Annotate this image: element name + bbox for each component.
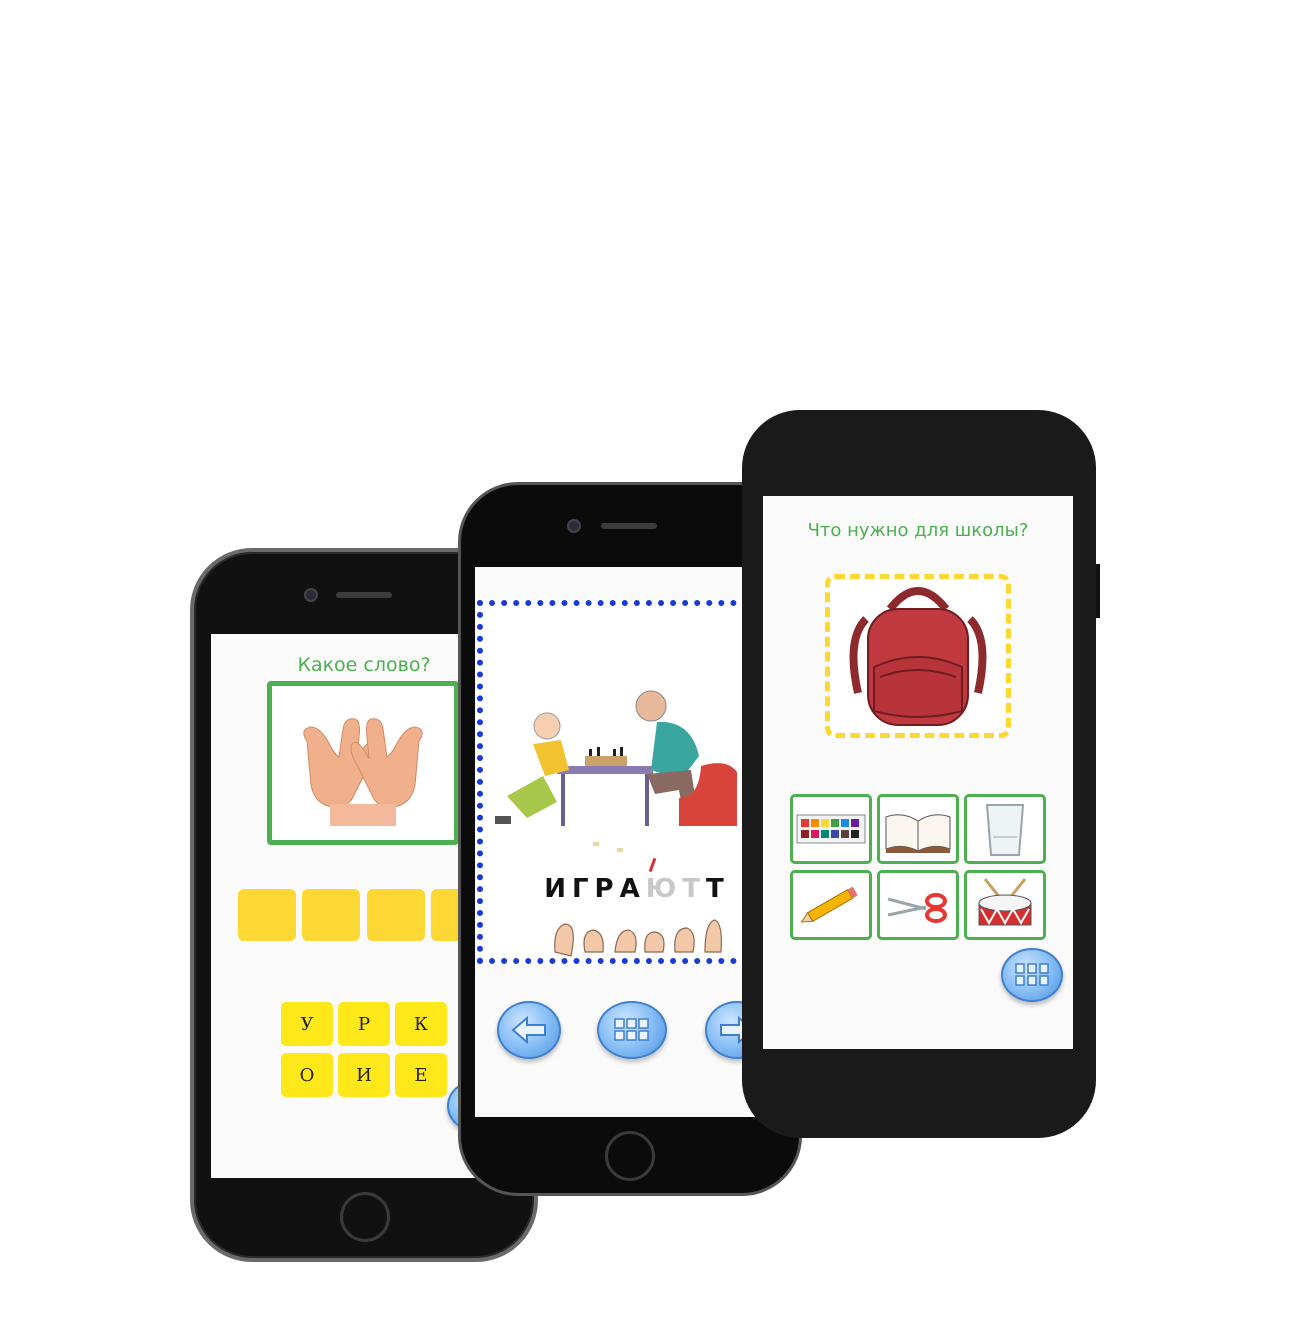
letter-tile[interactable]: У [281, 1002, 333, 1046]
word-part-faded: ЮТ [645, 874, 707, 904]
answer-slot[interactable] [302, 889, 360, 941]
front-camera-icon [567, 519, 581, 533]
school-quiz-screen: Что нужно для школы? [763, 496, 1073, 1049]
side-button [1096, 564, 1100, 618]
choice-drum[interactable] [964, 870, 1046, 940]
sign-language-hands-icon [554, 919, 722, 957]
letter-tile[interactable]: И [338, 1053, 390, 1097]
open-book-icon [885, 814, 951, 853]
pencil-icon [800, 886, 858, 923]
arrow-left-icon [511, 1016, 546, 1044]
backpack-icon [849, 587, 987, 726]
grid-icon [1015, 963, 1049, 986]
letter-tile[interactable]: О [281, 1053, 333, 1097]
glass-icon [985, 804, 1025, 856]
menu-button[interactable] [597, 1001, 667, 1059]
previous-button[interactable] [497, 1001, 561, 1059]
choice-scissors[interactable] [877, 870, 959, 940]
letter-tile[interactable]: Е [395, 1053, 447, 1097]
drum-icon [978, 878, 1032, 926]
speaker-grille [601, 523, 657, 529]
question-image-frame [267, 681, 459, 845]
watercolor-paints-icon [796, 814, 866, 844]
letter-tile[interactable]: К [395, 1002, 447, 1046]
choice-pencil[interactable] [790, 870, 872, 940]
choice-open-book[interactable] [877, 794, 959, 864]
grid-icon [614, 1018, 649, 1041]
menu-button[interactable] [1001, 948, 1063, 1002]
choice-glass[interactable] [964, 794, 1046, 864]
front-camera-icon [304, 588, 318, 602]
home-button[interactable] [605, 1131, 655, 1181]
answer-slot[interactable] [367, 889, 425, 941]
question-image-frame [825, 574, 1011, 738]
home-button[interactable] [340, 1192, 390, 1242]
choice-watercolor-paints[interactable] [790, 794, 872, 864]
word-part-main: ИГРА [544, 874, 646, 904]
letter-tile[interactable]: Р [338, 1002, 390, 1046]
answer-slot[interactable] [238, 889, 296, 941]
question-title: Что нужно для школы? [807, 520, 1029, 541]
phone-right: Что нужно для школы? [742, 410, 1100, 1138]
speaker-grille [336, 592, 392, 598]
word-part-end: Т [706, 874, 730, 904]
hands-photo-icon [303, 718, 423, 826]
scissors-icon [887, 893, 947, 923]
